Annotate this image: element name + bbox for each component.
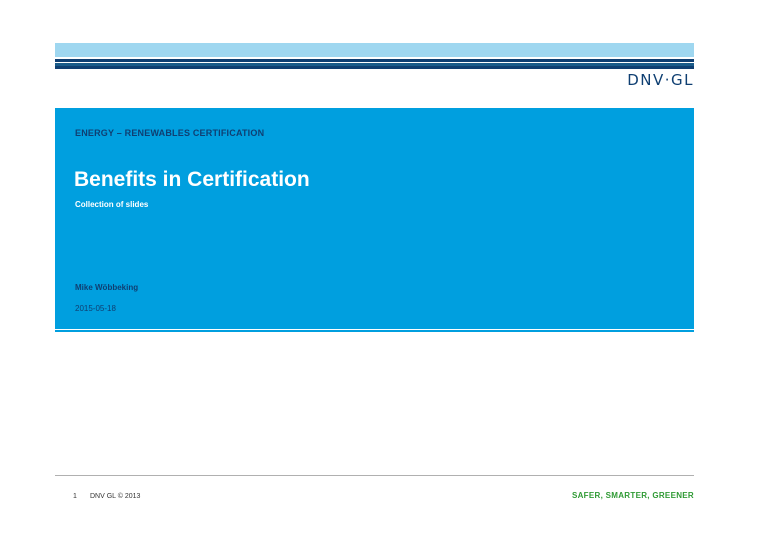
title-panel-underline [55, 330, 694, 332]
presentation-date: 2015-05-18 [75, 304, 116, 313]
header-dark-line-bottom [55, 66, 694, 69]
brand-tagline: SAFER, SMARTER, GREENER [571, 491, 694, 500]
title-panel: ENERGY – RENEWABLES CERTIFICATION Benefi… [55, 108, 694, 329]
page-number: 1 [73, 493, 77, 500]
footer-divider [55, 475, 694, 476]
author-name: Mike Wöbbeking [75, 283, 139, 292]
slide: DNV·GL ENERGY – RENEWABLES CERTIFICATION… [0, 0, 768, 543]
header-light-band [55, 43, 694, 57]
copyright-notice: DNV GL © 2013 [90, 493, 141, 500]
section-kicker: ENERGY – RENEWABLES CERTIFICATION [75, 128, 265, 138]
dnv-gl-logo: DNV·GL [627, 71, 694, 89]
slide-subtitle: Collection of slides [75, 200, 149, 209]
header-dark-line-top [55, 59, 694, 62]
slide-title: Benefits in Certification [74, 168, 310, 191]
